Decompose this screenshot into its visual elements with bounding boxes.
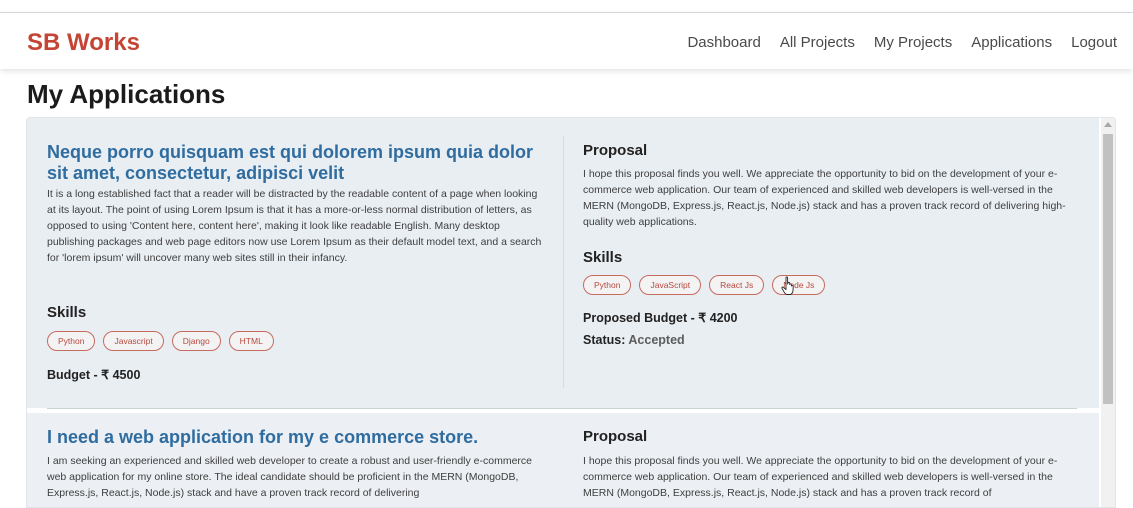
skill-chip: Python	[583, 275, 632, 295]
project-skills: Python Javascript Django HTML	[47, 331, 274, 351]
scroll-thumb[interactable]	[1103, 134, 1113, 404]
project-description: It is a long established fact that a rea…	[47, 188, 542, 264]
brand-logo[interactable]: SB Works	[27, 29, 140, 57]
nav-my-projects[interactable]: My Projects	[874, 34, 952, 51]
application-card: I need a web application for my e commer…	[27, 413, 1099, 507]
hand-pointer-icon	[781, 276, 794, 295]
skill-chip: JavaScript	[639, 275, 702, 295]
skill-chip: Python	[47, 331, 96, 351]
nav-dashboard[interactable]: Dashboard	[687, 34, 760, 51]
skill-chip: HTML	[228, 331, 274, 351]
project-budget: Budget - ₹ 4500	[47, 368, 141, 382]
nav-logout[interactable]: Logout	[1071, 34, 1117, 51]
nav-applications[interactable]: Applications	[971, 34, 1052, 51]
proposal-heading: Proposal	[583, 428, 648, 445]
project-title[interactable]: I need a web application for my e commer…	[47, 427, 547, 448]
applications-list[interactable]: Neque porro quisquam est qui dolorem ips…	[26, 117, 1116, 508]
status-label: Status:	[583, 333, 626, 347]
skill-chip: Django	[171, 331, 221, 351]
nav-all-projects[interactable]: All Projects	[780, 34, 855, 51]
status-row: Status: Accepted	[583, 333, 685, 347]
page-title: My Applications	[27, 79, 226, 109]
proposal-text: I hope this proposal finds you well. We …	[583, 455, 1058, 499]
project-title[interactable]: Neque porro quisquam est qui dolorem ips…	[47, 142, 537, 184]
skill-chip: React Js	[709, 275, 765, 295]
scrollbar[interactable]	[1101, 118, 1115, 507]
skill-chip: Javascript	[103, 331, 164, 351]
column-divider	[563, 136, 564, 388]
proposal-skills-heading: Skills	[583, 249, 623, 266]
scroll-up-arrow-icon[interactable]	[1104, 122, 1112, 127]
navbar: SB Works Dashboard All Projects My Proje…	[0, 13, 1133, 69]
proposal-text: I hope this proposal finds you well. We …	[583, 168, 1066, 228]
proposal-heading: Proposal	[583, 142, 648, 159]
card-separator	[47, 408, 1077, 409]
skills-heading: Skills	[47, 304, 87, 321]
status-badge: Accepted	[628, 333, 685, 347]
project-description: I am seeking an experienced and skilled …	[47, 455, 533, 499]
proposed-budget: Proposed Budget - ₹ 4200	[583, 311, 738, 325]
nav-links: Dashboard All Projects My Projects Appli…	[687, 34, 1117, 51]
application-card: Neque porro quisquam est qui dolorem ips…	[27, 118, 1099, 408]
